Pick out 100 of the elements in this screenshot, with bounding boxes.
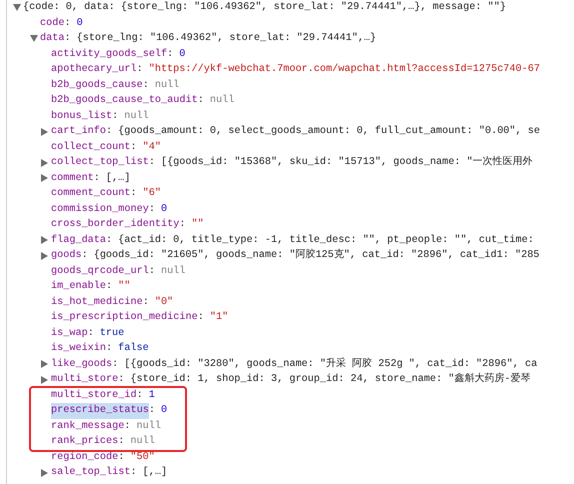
property-value: "6" — [142, 186, 161, 201]
colon: : — [106, 342, 112, 356]
property-value: [{goods_id: "15368", sku_id: "15713", goods_name: "一次性医用外 — [160, 155, 533, 170]
property-value: 1 — [148, 388, 155, 402]
property-key: b2b_goods_cause — [51, 78, 143, 93]
property-key: apothecary_url — [51, 62, 137, 78]
property-key: code — [40, 16, 64, 31]
colon: : — [112, 110, 118, 124]
colon: : — [82, 249, 88, 263]
property-key: is_hot_medicine — [51, 294, 143, 310]
property-value: {store_id: 1, shop_id: 3, group_id: 24, store_name: "鑫斛大药房-爱琴 — [130, 372, 531, 387]
property-key: commission_money — [51, 202, 149, 217]
expand-triangle-icon[interactable] — [41, 376, 48, 384]
property-value: true — [100, 326, 124, 340]
property-value: null — [154, 78, 180, 92]
colon: : — [112, 358, 118, 372]
property-key: multi_store_id — [51, 388, 137, 403]
property-key: multi_store — [51, 372, 118, 388]
expand-triangle-icon[interactable] — [41, 236, 48, 244]
colon: : — [88, 326, 94, 340]
property-value: 0 — [179, 48, 186, 62]
colon: : — [179, 218, 186, 232]
property-key: activity_goods_self — [51, 46, 168, 62]
property-key: like_goods — [51, 356, 112, 372]
property-key: is_prescription_medicine — [51, 310, 198, 326]
property-key: prescribe_status — [51, 403, 149, 418]
colon: : — [136, 388, 143, 402]
property-value: [{goods_id: "3280", goods_name: "升采 阿胶 252g ", cat_id: "2896", ca — [124, 356, 538, 372]
property-key: rank_message — [51, 418, 124, 434]
colon: : — [106, 125, 112, 139]
colon: : — [106, 280, 112, 294]
property-value: "https://ykf-webchat.7moor.com/wapchat.html?accessId=1275c740-67 — [148, 62, 540, 77]
property-value: "4" — [142, 140, 161, 154]
property-key: collect_top_list — [51, 155, 149, 170]
expand-triangle-icon[interactable] — [13, 4, 21, 12]
property-key: comment — [51, 170, 94, 186]
property-key: sale_top_list — [51, 465, 130, 480]
property-value: [,…] — [142, 466, 168, 480]
colon: : — [148, 202, 155, 216]
property-value: null — [210, 94, 234, 108]
property-value: null — [160, 264, 186, 278]
expand-triangle-icon[interactable] — [41, 252, 48, 260]
property-key: flag_data — [51, 232, 106, 248]
property-value: null — [130, 434, 155, 449]
property-value: "1" — [210, 310, 228, 325]
property-value: [,…] — [106, 172, 130, 186]
property-key: is_wap — [51, 326, 88, 341]
colon: : — [198, 94, 204, 108]
property-value: "" — [192, 218, 204, 232]
expand-triangle-icon[interactable] — [41, 468, 48, 477]
property-key: comment_count — [51, 186, 130, 202]
colon: : — [124, 420, 130, 434]
property-key: goods_qrcode_url — [51, 264, 149, 279]
colon: : — [142, 78, 149, 92]
property-value: {goods_id: "21605", goods_name: "阿胶125克", cat_id: "2896", cat_id1: "285 — [94, 248, 540, 263]
colon: : — [118, 450, 124, 464]
colon: : — [106, 234, 112, 248]
property-value: {act_id: 0, title_type: -1, title_desc: "", pt_people: "", cut_time: — [118, 234, 534, 248]
expand-triangle-icon[interactable] — [41, 360, 48, 368]
expand-triangle-icon[interactable] — [41, 158, 48, 167]
property-key: cross_border_identity — [51, 217, 180, 232]
expand-triangle-icon[interactable] — [30, 35, 38, 42]
property-key: im_enable — [51, 279, 106, 294]
property-value: {goods_amount: 0, select_goods_amount: 0, full_cut_amount: "0.00", se — [118, 124, 540, 139]
property-value: null — [136, 420, 161, 434]
property-value: "" — [118, 280, 130, 294]
property-key: collect_count — [51, 140, 130, 155]
property-key: b2b_goods_cause_to_audit — [51, 93, 198, 108]
property-value: 0 — [160, 404, 168, 418]
colon: : — [148, 156, 155, 170]
colon: : — [118, 373, 124, 387]
property-key: cart_info — [51, 124, 106, 140]
property-key: is_weixin — [51, 341, 106, 356]
property-value: false — [118, 342, 149, 356]
colon: : — [148, 404, 155, 418]
property-value: 0 — [160, 202, 168, 216]
colon: : — [64, 33, 71, 46]
property-key: data — [40, 31, 64, 46]
colon: : — [130, 466, 137, 480]
property-value: "0" — [154, 296, 174, 310]
colon: : — [148, 264, 155, 278]
colon: : — [142, 296, 149, 310]
property-key: goods — [51, 248, 82, 264]
colon: : — [198, 311, 204, 325]
property-key: rank_prices — [51, 434, 118, 450]
colon: : — [130, 187, 137, 201]
colon: : — [94, 172, 100, 186]
colon: : — [136, 63, 143, 77]
property-key: region_code — [51, 450, 118, 465]
colon: : — [118, 435, 124, 449]
colon: : — [64, 16, 71, 30]
expand-triangle-icon[interactable] — [41, 128, 48, 136]
property-key: bonus_list — [51, 108, 112, 124]
property-value: {store_lng: "106.49362", store_lat: "29.74441",…} — [76, 32, 376, 46]
property-value: 0 — [76, 16, 83, 30]
expand-triangle-icon[interactable] — [41, 174, 48, 182]
object-preview: {code: 0, data: {store_lng: "106.49362", store_lat: "29.74441",…}, message: ""} — [23, 0, 506, 15]
property-value: null — [124, 110, 149, 124]
colon: : — [167, 48, 174, 62]
colon: : — [130, 140, 137, 154]
